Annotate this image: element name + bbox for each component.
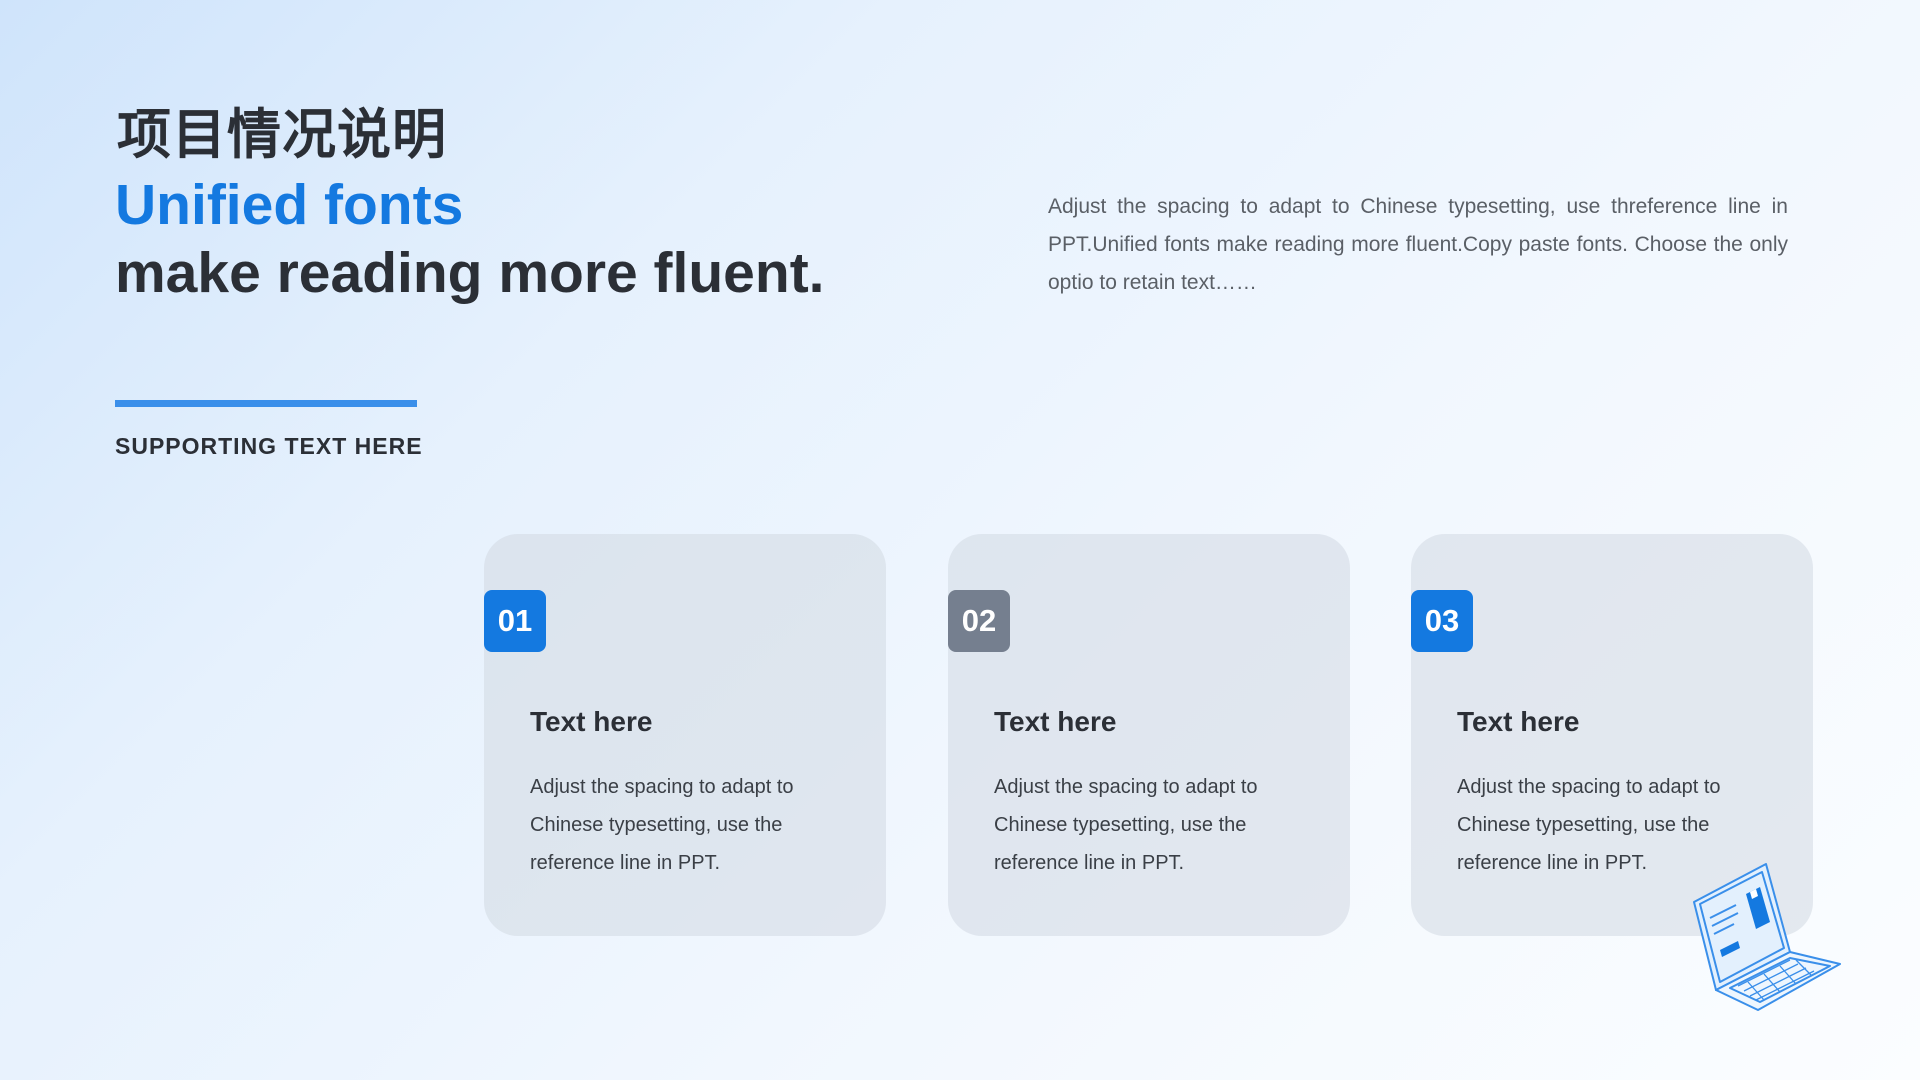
card-description: Adjust the spacing to adapt to Chinese t… — [994, 776, 1258, 874]
card-title: Text here — [530, 706, 653, 737]
supporting-text: SUPPORTING TEXT HERE — [115, 433, 423, 459]
slide: 项目情况说明 Unified fonts make reading more f… — [0, 0, 1920, 1080]
page-title: 项目情况说明 — [117, 103, 447, 166]
intro-paragraph: Adjust the spacing to adapt to Chinese t… — [1048, 195, 1788, 294]
card-title: Text here — [1457, 706, 1580, 737]
card-description: Adjust the spacing to adapt to Chinese t… — [530, 776, 794, 874]
card-number-badge: 01 — [484, 590, 546, 652]
card-title: Text here — [994, 706, 1117, 737]
feature-card-1: 01 Text here Adjust the spacing to adapt… — [484, 534, 886, 936]
feature-card-2: 02 Text here Adjust the spacing to adapt… — [948, 534, 1350, 936]
card-number-badge: 03 — [1411, 590, 1473, 652]
headline-subtitle: make reading more fluent. — [115, 241, 825, 305]
accent-divider — [115, 400, 417, 407]
card-number-badge: 02 — [948, 590, 1010, 652]
laptop-icon — [1690, 860, 1846, 1016]
headline-highlight: Unified fonts — [115, 173, 464, 237]
